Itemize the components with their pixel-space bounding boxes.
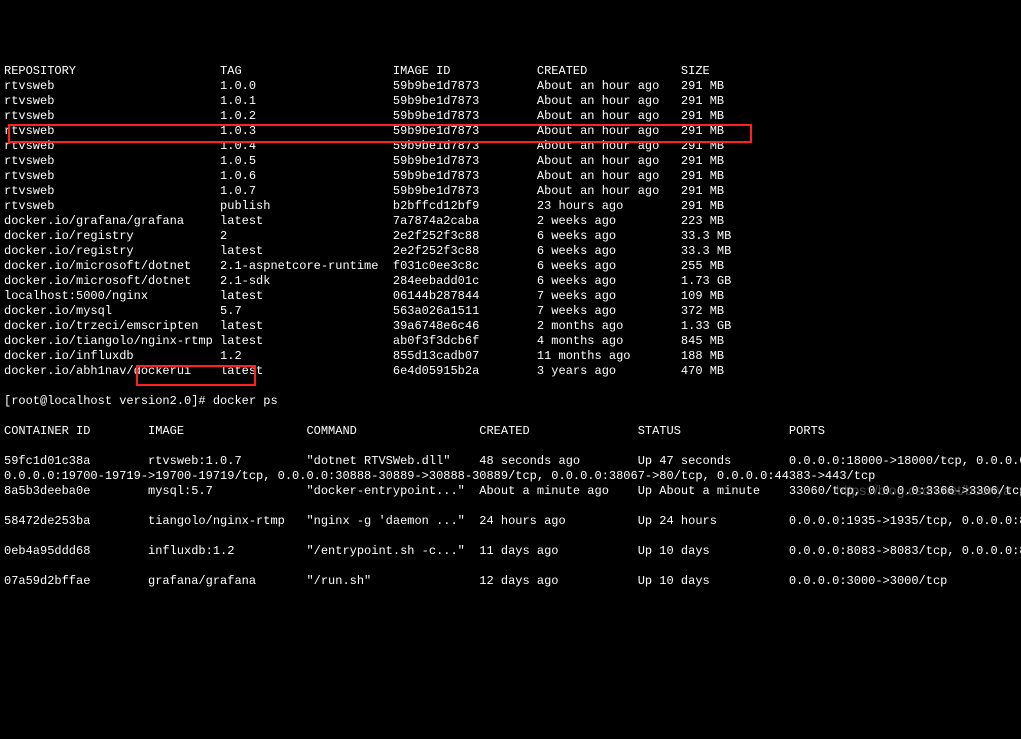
docker-ps-table: CONTAINER ID IMAGE COMMAND CREATED STATU… [4, 424, 1017, 604]
docker-images-table: REPOSITORY TAG IMAGE ID CREATED SIZE rtv… [4, 64, 1017, 379]
shell-prompt[interactable]: [root@localhost version2.0]# docker ps [4, 394, 1017, 409]
